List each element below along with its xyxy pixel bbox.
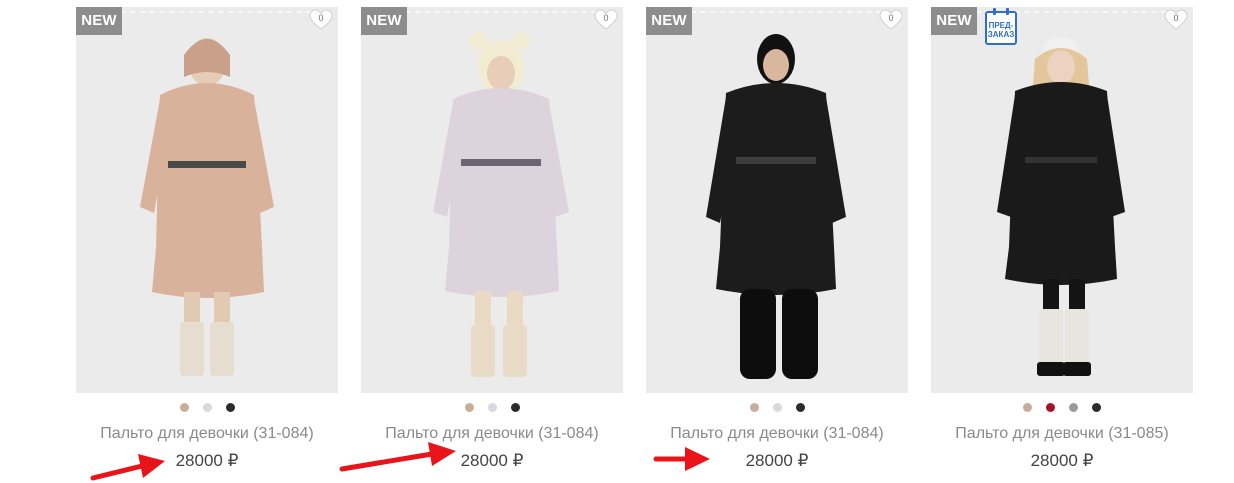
preorder-label-line2: ЗАКАЗ (987, 30, 1015, 39)
product-grid: NEW 0 Пальто для девочки (31-084) 28000 … (76, 7, 1196, 477)
product-image (997, 37, 1125, 376)
decorative-dashed-line (120, 11, 312, 13)
product-photo[interactable]: NEW 0 (76, 7, 338, 393)
product-price: 28000 ₽ (745, 451, 809, 470)
product-card[interactable]: NEW ПРЕД- ЗАКАЗ 0 Пальто для девочки (31… (931, 7, 1193, 477)
favorite-button[interactable]: 0 (309, 9, 333, 31)
color-swatch[interactable] (749, 403, 759, 412)
product-name[interactable]: Пальто для девочки (31-084) (76, 425, 338, 443)
product-image (433, 32, 569, 377)
color-swatch[interactable] (772, 403, 782, 412)
new-badge: NEW (646, 7, 692, 35)
favorite-count: 0 (888, 13, 894, 23)
color-swatches (646, 403, 908, 415)
product-name[interactable]: Пальто для девочки (31-085) (931, 425, 1193, 443)
product-image (706, 34, 846, 379)
product-price: 28000 ₽ (175, 451, 239, 470)
preorder-label-line1: ПРЕД- (988, 21, 1014, 30)
product-card[interactable]: NEW 0 Пальто для девочки (31-084) 28000 … (76, 7, 338, 477)
color-swatches (76, 403, 338, 415)
product-photo[interactable]: NEW ПРЕД- ЗАКАЗ 0 (931, 7, 1193, 393)
decorative-dashed-line (405, 11, 597, 13)
color-swatch[interactable] (487, 403, 497, 412)
new-badge: NEW (931, 7, 977, 35)
color-swatch[interactable] (795, 403, 805, 412)
product-image (140, 38, 274, 376)
color-swatches (931, 403, 1193, 415)
decorative-dashed-line (690, 11, 882, 13)
color-swatch[interactable] (510, 403, 520, 412)
color-swatch[interactable] (1023, 403, 1032, 412)
product-card[interactable]: NEW 0 Пальто для девочки (31-084) 28000 … (361, 7, 623, 477)
favorite-count: 0 (603, 13, 609, 23)
new-badge: NEW (76, 7, 122, 35)
color-swatch[interactable] (225, 403, 235, 412)
product-name[interactable]: Пальто для девочки (31-084) (361, 425, 623, 443)
product-card[interactable]: NEW 0 Пальто для девочки (31-084) 28000 … (646, 7, 908, 477)
product-price: 28000 ₽ (1030, 451, 1094, 470)
product-name[interactable]: Пальто для девочки (31-084) (646, 425, 908, 443)
product-price: 28000 ₽ (460, 451, 524, 470)
color-swatch[interactable] (1046, 403, 1055, 412)
color-swatch[interactable] (464, 403, 474, 412)
color-swatch[interactable] (179, 403, 189, 412)
product-photo[interactable]: NEW 0 (361, 7, 623, 393)
product-photo[interactable]: NEW 0 (646, 7, 908, 393)
favorite-button[interactable]: 0 (594, 9, 618, 31)
favorite-button[interactable]: 0 (1164, 9, 1188, 31)
color-swatches (361, 403, 623, 415)
preorder-calendar-badge: ПРЕД- ЗАКАЗ (985, 8, 1017, 45)
favorite-count: 0 (1173, 13, 1179, 23)
new-badge: NEW (361, 7, 407, 35)
color-swatch[interactable] (1092, 403, 1101, 412)
color-swatch[interactable] (202, 403, 212, 412)
favorite-button[interactable]: 0 (879, 9, 903, 31)
favorite-count: 0 (318, 13, 324, 23)
color-swatch[interactable] (1069, 403, 1078, 412)
